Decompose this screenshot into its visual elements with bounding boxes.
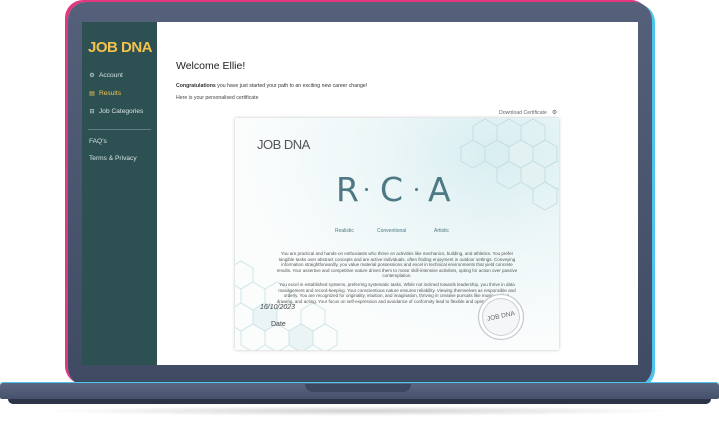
certificate-intro: Here is your personalised certificate <box>176 95 259 101</box>
sidebar-item-label: FAQ's <box>89 138 107 145</box>
code-label-realistic: Realistic <box>335 228 354 234</box>
congratulations-rest: you have just started your path to an ex… <box>215 83 368 89</box>
sidebar-item-account[interactable]: ⚙ Account <box>89 72 123 79</box>
laptop-base-notch <box>305 384 411 392</box>
congratulations-text: Congratulations you have just started yo… <box>176 83 367 89</box>
sidebar-item-label: Account <box>99 72 123 79</box>
sidebar-item-results[interactable]: ▤ Results <box>89 90 121 97</box>
laptop-shadow <box>40 406 680 416</box>
sidebar-divider <box>88 129 151 130</box>
certificate-logo: JOB DNA <box>257 137 310 152</box>
code-letter-r: R <box>336 170 359 209</box>
certificate-date: 16/10/2023 <box>260 304 296 311</box>
code-letter-c: C <box>380 170 404 209</box>
sidebar-item-terms-privacy[interactable]: Terms & Privacy <box>89 155 137 162</box>
sidebar-item-faqs[interactable]: FAQ's <box>89 138 107 145</box>
gear-icon: ⚙ <box>89 73 95 79</box>
laptop-base-bottom <box>8 399 711 404</box>
certificate-date-label: Date <box>271 321 286 328</box>
certificate-seal: JOB DNA <box>478 294 524 340</box>
sidebar-item-job-categories[interactable]: ⊟ Job Categories <box>89 108 143 115</box>
code-separator-dot <box>415 188 418 191</box>
main-content: Welcome Ellie! Congratulations you have … <box>157 22 638 365</box>
briefcase-icon: ⊟ <box>89 109 95 115</box>
certificate: JOB DNA R C A Realistic Conventional Art… <box>235 118 559 350</box>
page-title: Welcome Ellie! <box>176 60 246 72</box>
seal-text: JOB DNA <box>486 310 516 323</box>
app-logo[interactable]: JOB DNA <box>88 39 153 56</box>
sidebar-item-label: Results <box>99 90 121 97</box>
code-label-conventional: Conventional <box>377 228 407 234</box>
certificate-paragraph-2: You excel in established systems, prefer… <box>276 282 518 304</box>
gear-icon: ⚙ <box>551 110 558 116</box>
laptop-screen: JOB DNA ⚙ Account ▤ Results ⊟ Job Catego… <box>82 22 638 365</box>
download-certificate-label: Download Certificate <box>499 109 547 116</box>
code-label-artistic: Artistic <box>434 228 449 234</box>
sidebar: JOB DNA ⚙ Account ▤ Results ⊟ Job Catego… <box>82 22 157 365</box>
code-separator-dot <box>365 188 368 191</box>
results-icon: ▤ <box>89 91 95 97</box>
sidebar-item-label: Job Categories <box>99 108 144 115</box>
personality-code: R C A <box>329 170 469 210</box>
certificate-paragraph-1: You are practical and hands-on enthusias… <box>276 251 518 278</box>
sidebar-item-label: Terms & Privacy <box>89 155 137 162</box>
congratulations-bold: Congratulations <box>176 83 216 89</box>
code-letter-a: A <box>428 170 451 209</box>
download-certificate-button[interactable]: Download Certificate ⚙ <box>499 109 558 117</box>
